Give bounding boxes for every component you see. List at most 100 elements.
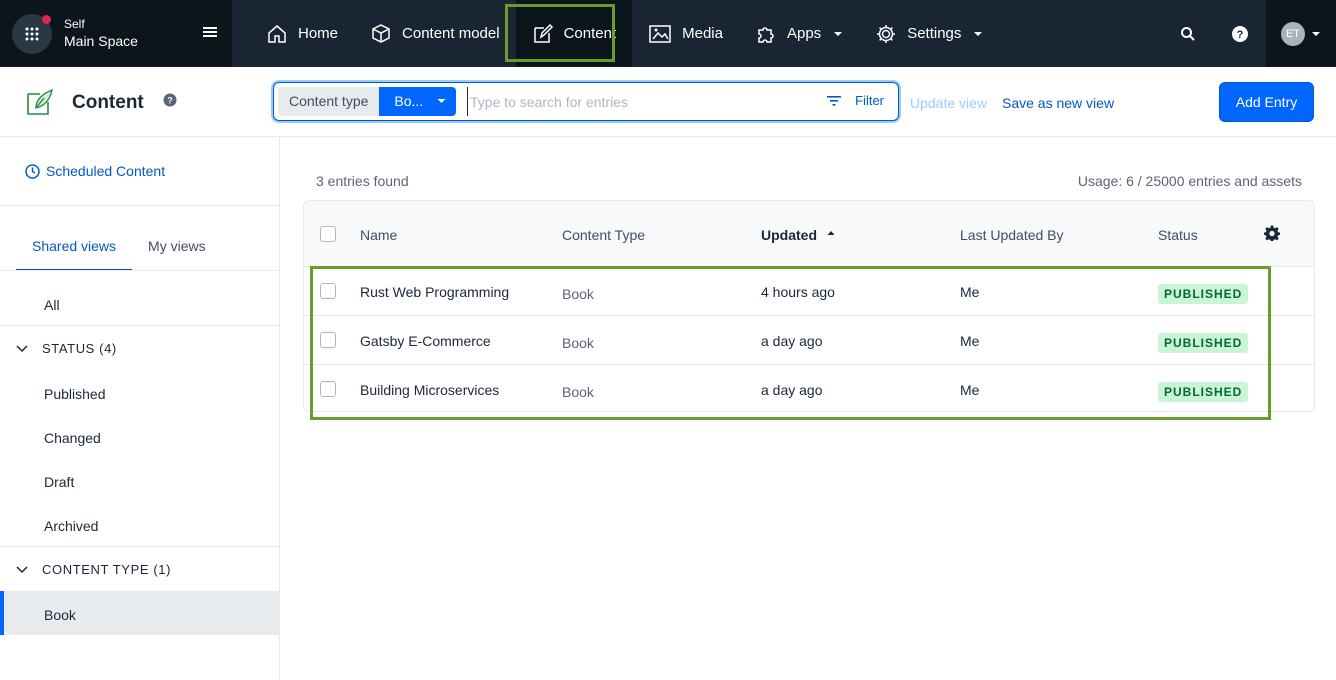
- account-menu[interactable]: ET: [1266, 0, 1336, 67]
- caret-down-icon: [834, 31, 843, 36]
- view-published[interactable]: Published: [44, 386, 106, 402]
- save-as-new-view-link[interactable]: Save as new view: [1002, 95, 1114, 111]
- sort-ascending-icon: [827, 231, 835, 235]
- view-changed[interactable]: Changed: [44, 430, 101, 446]
- view-book[interactable]: Book: [44, 607, 76, 623]
- divider: [0, 270, 280, 271]
- view-all[interactable]: All: [44, 297, 60, 313]
- column-last-updated-by[interactable]: Last Updated By: [960, 227, 1064, 243]
- chevron-down-icon: [16, 344, 28, 352]
- nav-apps[interactable]: Apps: [739, 0, 859, 67]
- entry-name[interactable]: Gatsby E-Commerce: [360, 333, 491, 349]
- column-content-type[interactable]: Content Type: [562, 227, 645, 243]
- column-updated[interactable]: Updated: [761, 227, 817, 243]
- notification-dot: [42, 14, 51, 24]
- view-draft[interactable]: Draft: [44, 474, 74, 490]
- views-tabs: Shared views My views: [16, 238, 222, 271]
- row-checkbox[interactable]: [320, 283, 336, 299]
- view-book-active[interactable]: [0, 591, 279, 635]
- help-icon[interactable]: ?: [163, 93, 177, 107]
- content-type-filter-pill[interactable]: Content type Bo...: [278, 87, 456, 116]
- status-badge: PUBLISHED: [1158, 382, 1249, 402]
- org-name: Self: [64, 16, 85, 31]
- search-button[interactable]: [1162, 0, 1214, 67]
- space-switcher[interactable]: Self Main Space: [0, 0, 232, 67]
- entry-content-type: Book: [562, 384, 594, 400]
- content-type-filter-label: Content type: [278, 87, 380, 116]
- table-header: Name Content Type Updated Last Updated B…: [304, 201, 1314, 267]
- status-group-label: STATUS (4): [42, 341, 117, 356]
- entry-search-bar[interactable]: Content type Bo... Filter: [273, 82, 899, 121]
- status-group-header[interactable]: STATUS (4): [16, 341, 117, 356]
- entry-name[interactable]: Building Microservices: [360, 382, 499, 398]
- entry-updated: 4 hours ago: [761, 284, 835, 300]
- hamburger-menu-icon[interactable]: [202, 25, 218, 39]
- puzzle-icon: [758, 26, 774, 43]
- nav-media[interactable]: Media: [632, 0, 739, 67]
- row-checkbox[interactable]: [320, 381, 336, 397]
- filter-icon: [827, 95, 842, 106]
- home-icon: [268, 24, 286, 43]
- nav-content-model[interactable]: Content model: [354, 0, 516, 67]
- chevron-down-icon: [16, 565, 28, 573]
- nav-settings[interactable]: Settings: [859, 0, 999, 67]
- content-type-group-header[interactable]: CONTENT TYPE (1): [16, 562, 171, 577]
- search-input[interactable]: [467, 87, 807, 116]
- entry-updated-by: Me: [960, 333, 980, 349]
- app-launcher-button[interactable]: [12, 13, 52, 54]
- content-edit-icon: [27, 88, 53, 115]
- add-entry-button[interactable]: Add Entry: [1219, 82, 1314, 122]
- nav-media-label: Media: [682, 25, 723, 42]
- nav-content-label: Content: [563, 25, 617, 42]
- nav-settings-label: Settings: [907, 25, 962, 42]
- gear-icon[interactable]: [1264, 225, 1280, 241]
- caret-down-icon: [974, 31, 983, 36]
- entry-updated-by: Me: [960, 382, 980, 398]
- gear-icon: [877, 24, 896, 43]
- top-navigation: Self Main Space Home Content model Conte…: [0, 0, 1336, 67]
- table-row[interactable]: Building Microservices Book a day ago Me…: [304, 365, 1314, 414]
- status-badge: PUBLISHED: [1158, 333, 1249, 353]
- nav-apps-label: Apps: [786, 25, 822, 42]
- help-icon: ?: [1232, 25, 1248, 42]
- content-type-filter-value[interactable]: Bo...: [379, 87, 456, 116]
- update-view-link[interactable]: Update view: [910, 95, 987, 111]
- filter-button[interactable]: Filter: [827, 93, 884, 108]
- entry-updated: a day ago: [761, 382, 823, 398]
- search-icon: [1181, 26, 1195, 41]
- table-row[interactable]: Rust Web Programming Book 4 hours ago Me…: [304, 267, 1314, 316]
- column-name[interactable]: Name: [360, 227, 397, 243]
- scheduled-content-label: Scheduled Content: [46, 163, 166, 179]
- entry-updated-by: Me: [960, 284, 980, 300]
- tab-shared-views[interactable]: Shared views: [16, 238, 133, 271]
- content-type-group-label: CONTENT TYPE (1): [42, 562, 172, 577]
- entry-content-type: Book: [562, 335, 594, 351]
- caret-down-icon: [1312, 31, 1320, 36]
- nav-home[interactable]: Home: [250, 0, 354, 67]
- svg-text:?: ?: [1237, 29, 1244, 41]
- filter-label: Filter: [855, 93, 884, 108]
- help-button[interactable]: ?: [1214, 0, 1266, 67]
- grid-icon: [25, 27, 39, 40]
- table-row[interactable]: Gatsby E-Commerce Book a day ago Me PUBL…: [304, 316, 1314, 365]
- caret-down-icon: [437, 99, 446, 103]
- avatar: ET: [1281, 21, 1305, 46]
- divider: [0, 546, 280, 547]
- entries-table: Name Content Type Updated Last Updated B…: [303, 200, 1315, 412]
- views-sidebar: Scheduled Content Shared views My views …: [0, 137, 280, 680]
- row-checkbox[interactable]: [320, 332, 336, 348]
- select-all-checkbox[interactable]: [320, 226, 336, 242]
- image-icon: [649, 24, 671, 43]
- nav-content[interactable]: Content: [515, 0, 633, 67]
- tab-my-views[interactable]: My views: [132, 238, 222, 270]
- scheduled-content-link[interactable]: Scheduled Content: [25, 163, 165, 179]
- status-badge: PUBLISHED: [1158, 284, 1249, 304]
- divider: [0, 205, 280, 206]
- usage-info: Usage: 6 / 25000 entries and assets: [1077, 173, 1302, 189]
- entry-name[interactable]: Rust Web Programming: [360, 284, 509, 300]
- entries-count: 3 entries found: [316, 173, 409, 189]
- view-archived[interactable]: Archived: [44, 518, 98, 534]
- content-type-filter-value-text: Bo...: [394, 93, 424, 109]
- column-status[interactable]: Status: [1158, 227, 1198, 243]
- entry-updated: a day ago: [761, 333, 823, 349]
